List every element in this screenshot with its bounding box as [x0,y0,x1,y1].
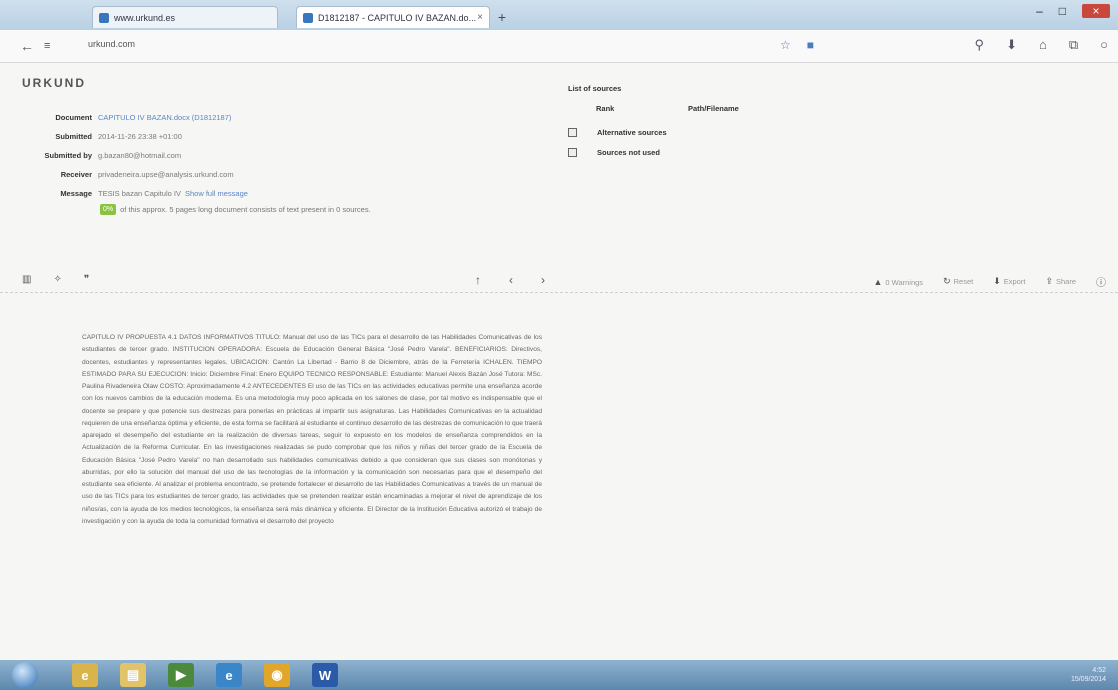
url-field[interactable]: urkund.com [88,39,135,49]
tab-document[interactable]: D1812187 - CAPITULO IV BAZAN.do... × [296,6,490,28]
warning-icon: ▲ [873,276,883,287]
previous-icon[interactable]: ‹ [509,273,513,287]
meta-label: Submitted [55,132,92,141]
folder-icon[interactable]: ▤ [120,663,146,687]
ie-icon[interactable]: e [72,663,98,687]
window-controls: – □ × [1036,4,1110,18]
share-label: Share [1055,277,1076,286]
word-icon[interactable]: W [312,663,338,687]
meta-row-submitted: Submitted 2014-11-26 23:38 +01:00 [30,127,248,146]
similarity-summary: 0% of this approx. 5 pages long document… [100,204,371,215]
alternative-sources-row[interactable]: Alternative sources [568,128,667,137]
taskbar-apps: e ▤ ▶ e ◉ W [72,663,338,687]
quote-icon[interactable]: ❞ [84,274,89,285]
reset-icon: ↻ [943,276,951,286]
info-icon[interactable]: ⓘ [1096,274,1106,289]
meta-value: g.bazan80@hotmail.com [98,151,182,160]
sources-columns: Rank Path/Filename [596,104,816,113]
meta-label: Message [60,189,92,198]
warnings-button[interactable]: ▲ 0 Warnings [873,277,923,287]
show-full-message-link[interactable]: Show full message [185,189,248,198]
urkund-logo: URKUND [22,76,86,90]
close-tab-icon[interactable]: × [477,12,483,23]
start-button[interactable] [12,662,38,688]
meta-value: privadeneira.upse@analysis.urkund.com [98,170,234,179]
download-icon[interactable]: ⬇ [1006,37,1017,53]
col-path: Path/Filename [688,104,739,113]
address-extensions: ☆ ■ [780,38,814,52]
back-arrow-icon[interactable]: ← [20,38,34,54]
next-icon[interactable]: › [541,273,545,287]
chart-icon[interactable]: ▥ [22,274,31,285]
maximize-button[interactable]: □ [1059,4,1066,18]
col-rank: Rank [596,104,615,113]
reset-label: Reset [953,277,974,286]
ie-icon[interactable]: e [216,663,242,687]
sources-title: List of sources [568,84,622,93]
favicon-icon [99,12,109,23]
toolbar-navigation: ↑ ‹ › [475,273,545,287]
home-icon[interactable]: ⌂ [1039,37,1047,53]
system-tray: 4:52 15/09/2014 [1071,666,1106,684]
tab-label: www.urkund.es [114,12,176,23]
window-icon[interactable]: ⧉ [1069,37,1078,53]
expand-icon[interactable] [568,128,577,137]
tab-label: D1812187 - CAPITULO IV BAZAN.do... [318,12,477,23]
favicon-icon [303,12,313,23]
sources-panel: List of sources Rank Path/Filename Alter… [568,84,739,157]
address-bar: ← ≡ urkund.com ☆ ■ ⚲ ⬇ ⌂ ⧉ ○ [0,30,1118,63]
percent-badge: 0% [100,204,117,215]
media-icon[interactable]: ▶ [168,663,194,687]
expand-icon[interactable] [568,148,577,157]
export-icon: ⬇ [993,276,1001,286]
taskbar: e ▤ ▶ e ◉ W 4:52 15/09/2014 [0,660,1118,690]
toolbar-right: ▲ 0 Warnings ↻ Reset ⬇ Export ⇪ Share ⓘ [873,274,1106,289]
meta-row-receiver: Receiver privadeneira.upse@analysis.urku… [30,165,248,184]
alternative-sources-label: Alternative sources [597,128,667,137]
meta-label: Document [55,113,92,122]
meta-value: TESIS bazan Capitulo IV [98,189,181,198]
browser-toolbar: ⚲ ⬇ ⌂ ⧉ ○ [975,37,1108,53]
meta-label: Receiver [60,170,92,179]
share-button[interactable]: ⇪ Share [1045,276,1076,287]
search-icon[interactable]: ⚲ [975,37,985,53]
meta-row-submitted-by: Submitted by g.bazan80@hotmail.com [30,146,248,165]
meta-label: Submitted by [44,151,92,160]
settings-icon[interactable]: ✧ [53,274,61,285]
export-button[interactable]: ⬇ Export [993,276,1025,287]
menu-icon[interactable]: ≡ [44,40,50,52]
share-icon: ⇪ [1045,276,1053,286]
sources-not-used-row[interactable]: Sources not used [568,148,660,157]
close-window-button[interactable]: × [1082,4,1110,18]
meta-value: 2014-11-26 23:38 +01:00 [98,132,182,141]
minimize-button[interactable]: – [1036,4,1043,18]
sources-not-used-label: Sources not used [597,148,660,157]
document-meta: Document CAPITULO IV BAZAN.docx (D181218… [30,108,248,203]
percent-text: of this approx. 5 pages long document co… [120,205,371,214]
chrome-icon[interactable]: ◉ [264,663,290,687]
document-text: CAPITULO IV PROPUESTA 4.1 DATOS INFORMAT… [82,334,543,525]
toolbar-left: ▥ ✧ ❞ [22,274,89,285]
warnings-label: 0 Warnings [885,277,924,287]
new-tab-button[interactable]: + [494,9,510,25]
tab-urkund[interactable]: www.urkund.es [92,6,278,28]
meta-row-document: Document CAPITULO IV BAZAN.docx (D181218… [30,108,248,127]
export-label: Export [1003,277,1026,286]
report-toolbar: ▥ ✧ ❞ ↑ ‹ › ▲ 0 Warnings ↻ Reset ⬇ Export ⇪… [0,268,1118,293]
reset-button[interactable]: ↻ Reset [943,276,973,287]
meta-row-message: Message TESIS bazan Capitulo IV Show ful… [30,184,248,203]
browser-tab-strip: www.urkund.es D1812187 - CAPITULO IV BAZ… [0,0,1118,30]
clock-time: 4:52 [1092,667,1106,674]
clock-date: 15/09/2014 [1070,676,1106,683]
document-link[interactable]: CAPITULO IV BAZAN.docx (D1812187) [98,113,231,122]
refresh-icon[interactable]: ○ [1100,37,1108,53]
up-arrow-icon[interactable]: ↑ [475,273,481,287]
star-icon[interactable]: ☆ [780,38,791,52]
extension-icon[interactable]: ■ [807,38,814,52]
